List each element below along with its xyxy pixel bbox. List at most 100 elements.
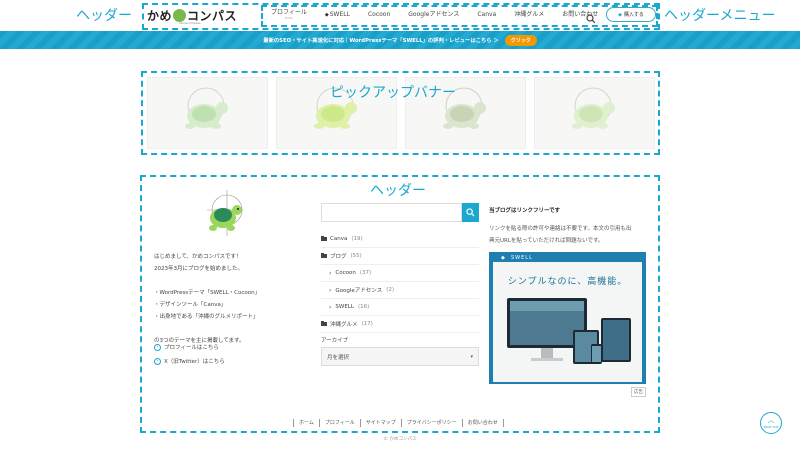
category-item-okinawa-gourmet[interactable]: 沖縄グルメ (17) bbox=[321, 316, 479, 333]
swell-ad-body: シンプルなのに、高機能。 bbox=[493, 262, 642, 382]
turtle-avatar-icon bbox=[207, 190, 243, 236]
copyright: © かめコンパス bbox=[383, 437, 417, 442]
archive-select[interactable]: 月を選択 ▾ bbox=[321, 347, 479, 366]
archive-select-value: 月を選択 bbox=[327, 354, 350, 361]
intro-line bbox=[154, 323, 314, 335]
nav-item-cocoon[interactable]: Cocoon bbox=[359, 12, 399, 18]
intro-line: はじめまして、かめコンパスです！ bbox=[154, 254, 242, 260]
logo-subtitle: kamecompass bbox=[179, 21, 201, 25]
link-free-line: リンクを貼る際の許可や連絡は不要です。本文の引用も出 bbox=[489, 226, 632, 232]
category-count: (17) bbox=[361, 321, 373, 327]
category-label: Cocoon bbox=[335, 270, 356, 276]
turtle-illustration-icon bbox=[572, 87, 615, 129]
link-free-text: リンクを貼る際の許可や連絡は不要です。本文の引用も出 典元URLを貼っていただけ… bbox=[489, 223, 647, 247]
nav-item-label: Googleアドセンス bbox=[408, 11, 460, 18]
category-label: 沖縄グルメ bbox=[330, 322, 358, 328]
bird-icon: ◆ bbox=[618, 11, 622, 18]
page-top-label: PAGE TOP bbox=[763, 425, 779, 429]
nav-item-label: SWELL bbox=[329, 11, 350, 18]
bird-icon: ◆ bbox=[324, 12, 329, 18]
nav-item-swell[interactable]: ◆SWELL bbox=[316, 12, 359, 18]
search-submit-button[interactable] bbox=[462, 203, 479, 222]
category-item-cocoon[interactable]: › Cocoon (37) bbox=[321, 265, 479, 282]
turtle-illustration-icon bbox=[185, 87, 228, 129]
category-label: SWELL bbox=[335, 304, 354, 310]
footer-nav-sitemap[interactable]: サイトマップ bbox=[359, 419, 401, 427]
global-nav: プロフィール Profile ◆SWELL Cocoon Googleアドセンス… bbox=[262, 5, 607, 25]
device-mockup-icon bbox=[507, 298, 631, 364]
notice-text: 最新のSEO・サイト高速化に対応｜WordPressテーマ「SWELL」の評判・… bbox=[263, 38, 499, 44]
category-label: ブログ bbox=[330, 254, 347, 260]
chevron-right-icon: › bbox=[329, 269, 332, 277]
site-logo[interactable]: かめ コンパス kamecompass bbox=[147, 7, 237, 25]
category-count: (19) bbox=[351, 236, 363, 242]
annotation-label-pickup: ピックアップバナー bbox=[330, 85, 456, 101]
intro-line: ・WordPressテーマ「SWELL・Cocoon」 bbox=[154, 290, 261, 296]
notice-button[interactable]: クリック bbox=[504, 34, 537, 46]
category-count: (55) bbox=[350, 253, 362, 259]
nav-item-label: Cocoon bbox=[367, 11, 391, 18]
nav-item-profile[interactable]: プロフィール Profile bbox=[262, 8, 316, 21]
swell-ad-banner[interactable]: ◆ SWELL シンプルなのに、高機能。 bbox=[489, 252, 646, 384]
bird-icon: ◆ bbox=[501, 255, 505, 261]
annotation-label-footer: ヘッダー bbox=[370, 183, 426, 199]
intro-line bbox=[154, 275, 314, 287]
intro-line: ・出身地である「沖縄のグルメリポート」 bbox=[154, 314, 259, 320]
search-input[interactable] bbox=[321, 203, 462, 222]
pickup-banner-item[interactable] bbox=[534, 77, 655, 149]
chevron-right-icon: › bbox=[329, 303, 332, 311]
twitter-link-label: X（旧Twitter）はこちら bbox=[164, 359, 225, 365]
category-item-swell[interactable]: › SWELL (16) bbox=[321, 299, 479, 316]
arrow-right-circle-icon: › bbox=[154, 357, 161, 365]
folder-icon bbox=[321, 236, 327, 241]
category-label: Canva bbox=[330, 236, 348, 242]
nav-item-contact[interactable]: お問い合わせ bbox=[553, 12, 607, 18]
category-list: Canva (19) ブログ (55) › Cocoon (37) › Googleア… bbox=[321, 231, 479, 333]
nav-item-canva[interactable]: Canva bbox=[468, 12, 505, 18]
category-label: Googleアドセンス bbox=[335, 288, 383, 294]
ad-label: 広告 bbox=[631, 387, 646, 397]
chevron-right-icon: › bbox=[329, 286, 332, 294]
nav-item-label: プロフィール bbox=[271, 8, 307, 16]
intro-line: 2023年3月にブログを始めました。 bbox=[154, 266, 243, 272]
profile-link[interactable]: › プロフィールはこちら bbox=[154, 343, 219, 351]
notice-bar[interactable]: 最新のSEO・サイト高速化に対応｜WordPressテーマ「SWELL」の評判・… bbox=[0, 31, 800, 49]
category-count: (37) bbox=[359, 270, 372, 276]
logo-text-pre: かめ bbox=[147, 9, 173, 23]
link-free-line: 典元URLを貼っていただければ問題ないです。 bbox=[489, 238, 604, 244]
search-icon bbox=[466, 208, 475, 217]
category-count: (16) bbox=[357, 304, 370, 310]
intro-line: ・デザインツール「Canva」 bbox=[154, 302, 227, 308]
buy-button[interactable]: ◆ 購入する bbox=[606, 7, 656, 22]
annotation-label-header-menu: ヘッダーメニュー bbox=[664, 8, 776, 24]
category-item-canva[interactable]: Canva (19) bbox=[321, 231, 479, 248]
folder-icon bbox=[321, 321, 327, 326]
nav-item-label: Canva bbox=[477, 11, 497, 18]
nav-item-okinawa-gourmet[interactable]: 沖縄グルメ bbox=[505, 12, 553, 18]
swell-ad-brand: SWELL bbox=[511, 255, 533, 261]
category-item-adsense[interactable]: › Googleアドセンス (2) bbox=[321, 282, 479, 299]
link-free-title: 当ブログはリンクフリーです bbox=[489, 208, 561, 214]
category-count: (2) bbox=[386, 287, 394, 293]
swell-ad-headline: シンプルなのに、高機能。 bbox=[507, 277, 628, 287]
annotation-label-header: ヘッダー bbox=[76, 8, 132, 24]
arrow-right-circle-icon: › bbox=[154, 343, 161, 351]
chevron-up-icon: ︿ bbox=[767, 416, 775, 424]
footer-nav: ホーム プロフィール サイトマップ プライバシーポリシー お問い合わせ bbox=[293, 419, 504, 427]
twitter-link[interactable]: › X（旧Twitter）はこちら bbox=[154, 357, 225, 365]
footer-nav-privacy[interactable]: プライバシーポリシー bbox=[400, 419, 462, 427]
pickup-banner-item[interactable] bbox=[147, 77, 268, 149]
page-top-button[interactable]: ︿ PAGE TOP bbox=[760, 412, 782, 434]
footer-nav-contact[interactable]: お問い合わせ bbox=[461, 419, 504, 427]
search-icon[interactable] bbox=[586, 9, 596, 24]
footer-nav-profile[interactable]: プロフィール bbox=[318, 419, 360, 427]
profile-intro: はじめまして、かめコンパスです！ 2023年3月にブログを始めました。 ・Wor… bbox=[154, 251, 314, 347]
footer-nav-home[interactable]: ホーム bbox=[293, 419, 319, 427]
category-item-blog[interactable]: ブログ (55) bbox=[321, 248, 479, 265]
archive-title: アーカイブ bbox=[321, 338, 349, 344]
buy-button-label: 購入する bbox=[623, 12, 644, 18]
nav-item-sub: Profile bbox=[285, 16, 293, 20]
nav-item-adsense[interactable]: Googleアドセンス bbox=[399, 12, 468, 18]
folder-icon bbox=[321, 253, 327, 258]
chevron-down-icon: ▾ bbox=[470, 353, 473, 360]
